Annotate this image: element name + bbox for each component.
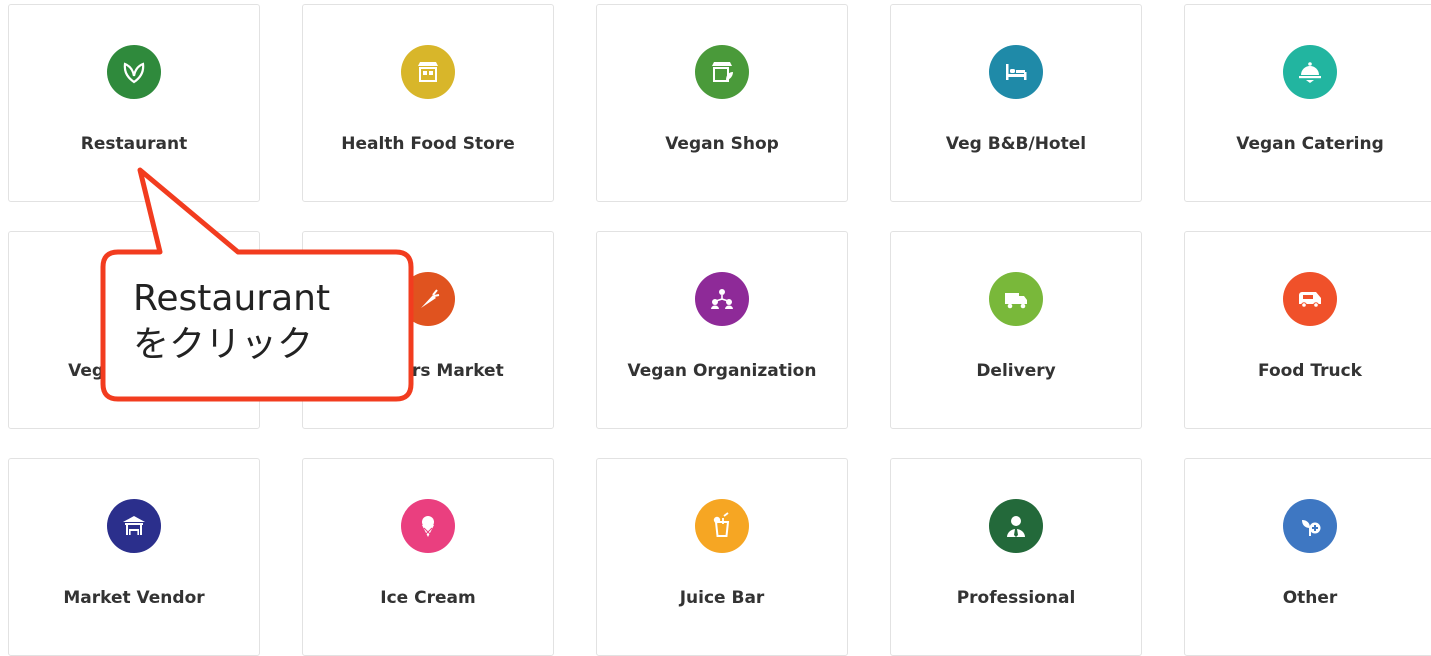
category-label: Juice Bar — [679, 588, 765, 608]
category-label: Farmers Market — [352, 361, 504, 381]
vegan-shop-icon — [695, 45, 749, 99]
category-card-professional[interactable]: Professional — [890, 458, 1142, 656]
delivery-truck-icon — [989, 272, 1043, 326]
bed-icon — [989, 45, 1043, 99]
category-card-vegan-shop[interactable]: Vegan Shop — [596, 4, 848, 202]
category-label: Vegan Shop — [665, 134, 779, 154]
category-card-veg-bnb-hotel[interactable]: Veg B&B/Hotel — [890, 4, 1142, 202]
category-label: Delivery — [976, 361, 1056, 381]
category-card-delivery[interactable]: Delivery — [890, 231, 1142, 429]
category-card-food-truck[interactable]: Food Truck — [1184, 231, 1431, 429]
category-card-vegan-organization[interactable]: Vegan Organization — [596, 231, 848, 429]
category-label: Other — [1282, 588, 1338, 608]
plant-plus-icon — [1283, 499, 1337, 553]
category-label: Food Truck — [1258, 361, 1362, 381]
category-card-juice-bar[interactable]: Juice Bar — [596, 458, 848, 656]
callout-line-1: Restaurant — [133, 278, 331, 319]
professional-icon — [989, 499, 1043, 553]
category-card-vegan-catering[interactable]: Vegan Catering — [1184, 4, 1431, 202]
category-label: Vegan Catering — [1236, 134, 1384, 154]
food-truck-icon — [1283, 272, 1337, 326]
category-card-other[interactable]: Other — [1184, 458, 1431, 656]
category-label: Professional — [956, 588, 1076, 608]
juice-icon — [695, 499, 749, 553]
storefront-icon — [401, 45, 455, 99]
callout-text: Restaurant をクリック — [133, 276, 330, 368]
category-card-health-food-store[interactable]: Health Food Store — [302, 4, 554, 202]
carrot-icon — [401, 272, 455, 326]
cloche-icon — [1283, 45, 1337, 99]
leaf-icon — [107, 45, 161, 99]
category-label: Vegan Organization — [627, 361, 817, 381]
category-card-market-vendor[interactable]: Market Vendor — [8, 458, 260, 656]
market-stall-icon — [107, 499, 161, 553]
ice-cream-icon — [401, 499, 455, 553]
organization-icon — [695, 272, 749, 326]
category-label: Health Food Store — [341, 134, 515, 154]
callout-line-2: をクリック — [133, 324, 314, 365]
category-label: Market Vendor — [63, 588, 205, 608]
category-label: Restaurant — [80, 134, 188, 154]
category-label: Veg B&B/Hotel — [945, 134, 1087, 154]
category-card-ice-cream[interactable]: Ice Cream — [302, 458, 554, 656]
category-card-farmers-market[interactable]: Farmers Market — [302, 231, 554, 429]
category-label: Ice Cream — [380, 588, 476, 608]
category-card-restaurant[interactable]: Restaurant — [8, 4, 260, 202]
